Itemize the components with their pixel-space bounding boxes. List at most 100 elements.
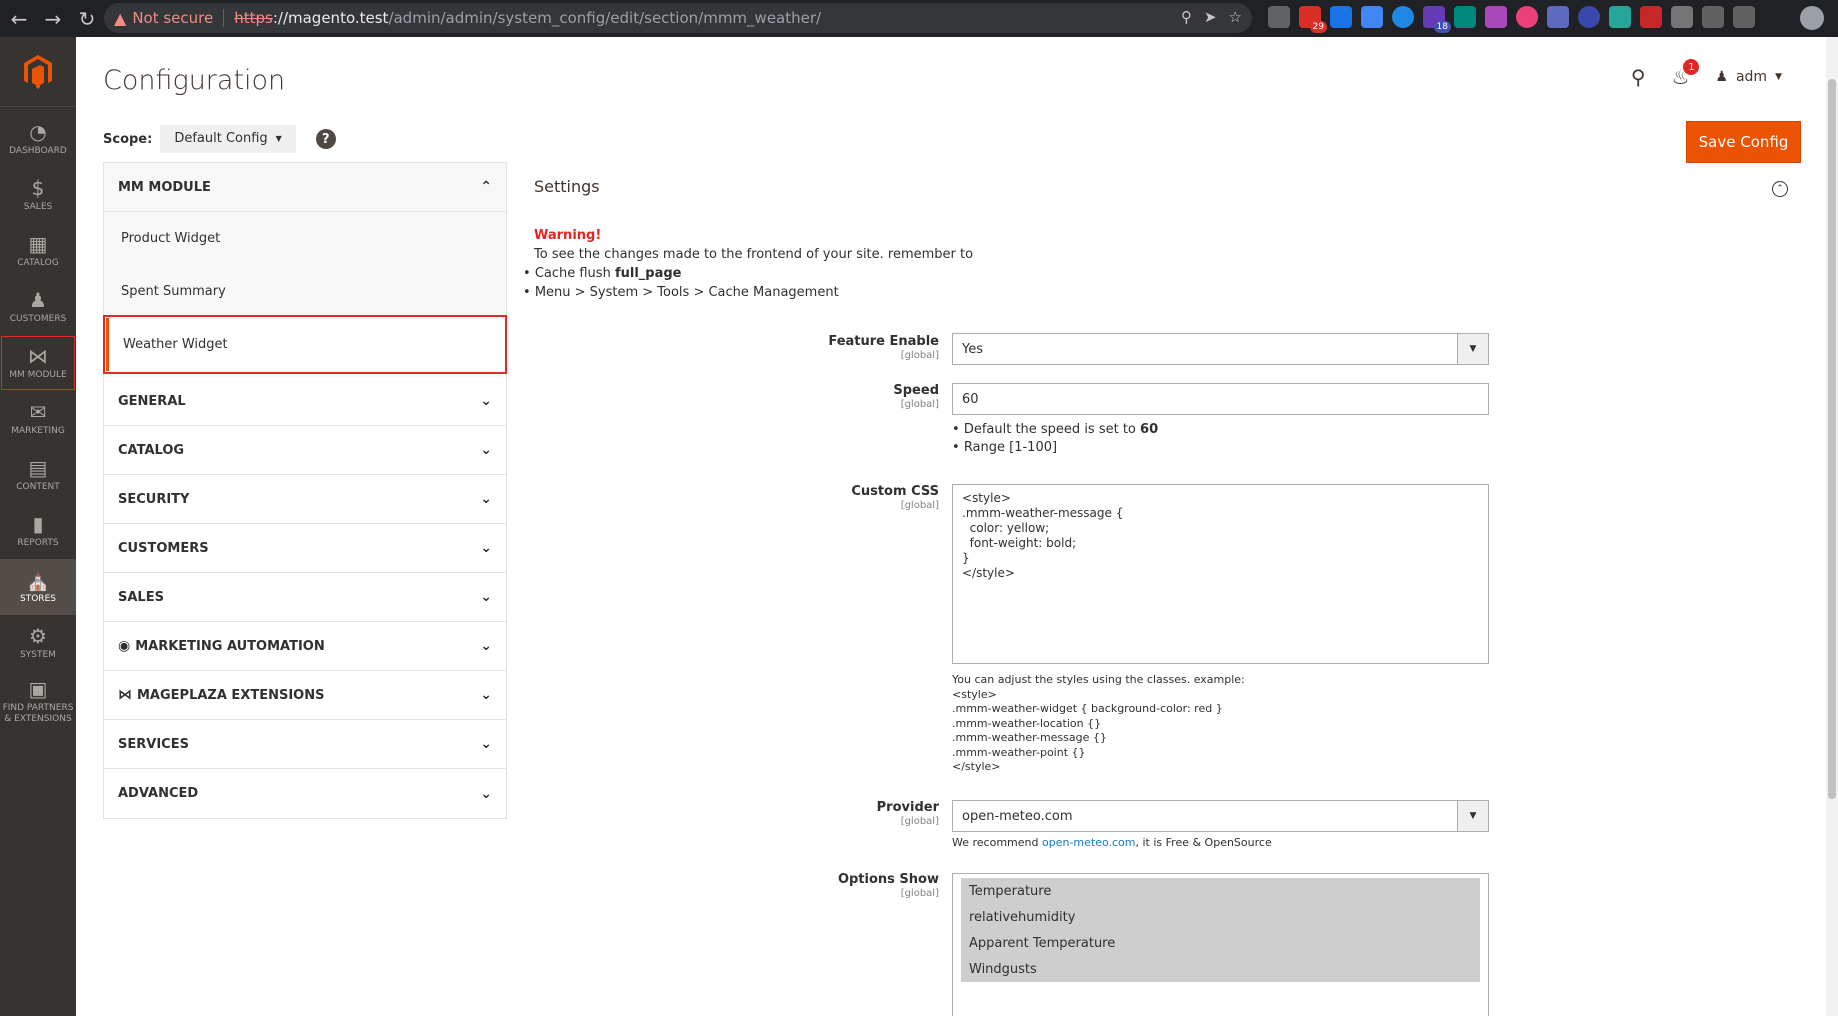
tab-weather-widget[interactable]: Weather Widget — [103, 315, 507, 374]
nav-reports[interactable]: ▮ REPORTS — [0, 503, 76, 559]
notifications-bell-icon[interactable]: ♨ 1 — [1671, 59, 1700, 89]
feature-enable-select[interactable]: Yes ▼ — [952, 333, 1489, 365]
section-title[interactable]: Settings — [534, 177, 600, 196]
multiselect-option[interactable]: Windgusts — [961, 956, 1480, 982]
chevron-down-icon: ⌄ — [480, 687, 492, 703]
not-secure-label: Not secure — [132, 9, 214, 27]
page-scrollbar[interactable] — [1826, 37, 1838, 1016]
side-panel-icon[interactable] — [1733, 6, 1755, 28]
speed-input[interactable]: 60 — [952, 383, 1489, 415]
chevron-down-icon: ⌄ — [480, 785, 492, 802]
extension-icon[interactable] — [1454, 6, 1476, 28]
scope-switcher: Scope: Default Config ▼ ? — [103, 125, 336, 153]
user-menu[interactable]: ♟ adm ▼ — [1715, 69, 1782, 85]
cube-icon: ▦ — [28, 231, 48, 256]
nav-stores[interactable]: ⛪ STORES — [0, 559, 76, 615]
nav-system[interactable]: ⚙ SYSTEM — [0, 615, 76, 671]
translate-icon[interactable] — [1361, 6, 1383, 28]
header-actions: ⚲ ♨ 1 ♟ adm ▼ — [1631, 59, 1782, 89]
nav-content[interactable]: ▤ CONTENT — [0, 447, 76, 503]
scrollbar-thumb[interactable] — [1828, 79, 1836, 799]
search-icon[interactable]: ⚲ — [1631, 65, 1646, 89]
tab-group-header[interactable]: MM MODULE ⌃ — [104, 163, 506, 212]
warning-item: Menu > System > Tools > Cache Management — [534, 283, 973, 302]
multiselect-option[interactable]: Temperature — [961, 878, 1480, 904]
url-scheme: https — [234, 9, 273, 27]
caret-down-icon: ▼ — [1457, 334, 1488, 364]
extension-icon[interactable] — [1268, 6, 1290, 28]
extension-icon[interactable] — [1516, 6, 1538, 28]
extension-icon[interactable] — [1609, 6, 1631, 28]
help-icon[interactable]: ? — [315, 129, 336, 149]
person-icon: ♟ — [29, 287, 47, 312]
extension-icon[interactable] — [1392, 6, 1414, 28]
tab-spent-summary[interactable]: Spent Summary — [104, 265, 506, 318]
tab-services[interactable]: SERVICES ⌄ — [104, 720, 506, 769]
open-meteo-link[interactable]: open-meteo.com — [1042, 836, 1136, 849]
box-icon: ▣ — [28, 677, 48, 701]
zoom-icon[interactable]: ⚲ — [1181, 8, 1192, 26]
chevron-down-icon: ⌄ — [480, 540, 492, 556]
reading-list-icon[interactable] — [1702, 6, 1724, 28]
nav-catalog[interactable]: ▦ CATALOG — [0, 223, 76, 279]
magento-logo[interactable] — [0, 37, 76, 107]
tab-customers[interactable]: CUSTOMERS ⌄ — [104, 524, 506, 573]
scope-dropdown[interactable]: Default Config ▼ — [160, 125, 296, 153]
tab-catalog[interactable]: CATALOG ⌄ — [104, 426, 506, 475]
tab-marketing-automation[interactable]: ◉ MARKETING AUTOMATION ⌄ — [104, 622, 506, 671]
warning-block: Warning! To see the changes made to the … — [534, 226, 973, 302]
chevron-down-icon: ⌄ — [480, 491, 492, 507]
puzzle-icon[interactable] — [1671, 6, 1693, 28]
caret-down-icon: ▼ — [275, 134, 282, 143]
nav-customers[interactable]: ♟ CUSTOMERS — [0, 279, 76, 335]
options-show-label: Options Show [global] — [837, 872, 939, 899]
share-icon[interactable]: ➤ — [1204, 8, 1217, 26]
scope-label: Scope: — [103, 131, 153, 147]
nav-dashboard[interactable]: ◔ DASHBOARD — [0, 111, 76, 167]
nav-find-partners[interactable]: ▣ FIND PARTNERS & EXTENSIONS — [0, 671, 76, 733]
extension-icon[interactable] — [1640, 6, 1662, 28]
address-bar[interactable]: ▲ Not secure https://magento.test/admin/… — [104, 3, 1252, 33]
save-config-button[interactable]: Save Config — [1686, 121, 1801, 163]
admin-sidebar: ◔ DASHBOARD $ SALES ▦ CATALOG ♟ CUSTOMERS ⋈ M… — [0, 37, 76, 1016]
nav-mm-module[interactable]: ⋈ MM MODULE — [0, 335, 76, 391]
speed-note: • Default the speed is set to 60 • Range… — [952, 422, 1159, 455]
extension-icon[interactable] — [1330, 6, 1352, 28]
nav-sales[interactable]: $ SALES — [0, 167, 76, 223]
nav-marketing[interactable]: ✉ MARKETING — [0, 391, 76, 447]
chevron-down-icon: ⌄ — [480, 393, 492, 409]
magento-logo-icon — [24, 54, 52, 89]
profile-avatar[interactable] — [1800, 6, 1824, 30]
megaphone-icon: ✉ — [29, 399, 47, 424]
tab-mageplaza-extensions[interactable]: ⋈ MAGEPLAZA EXTENSIONS ⌄ — [104, 671, 506, 720]
dashboard-icon: ◔ — [29, 119, 47, 144]
back-icon[interactable]: ← — [4, 4, 34, 34]
extension-icon[interactable] — [1547, 6, 1569, 28]
dollar-icon: $ — [31, 175, 45, 200]
multiselect-option[interactable]: relativehumidity — [961, 904, 1480, 930]
module-icon: ⋈ — [28, 343, 48, 368]
options-show-multiselect[interactable]: Temperature relativehumidity Apparent Te… — [952, 873, 1489, 1016]
tab-advanced[interactable]: ADVANCED ⌄ — [104, 769, 506, 818]
collapse-icon[interactable]: ⌃ — [1772, 181, 1788, 197]
tab-product-widget[interactable]: Product Widget — [104, 212, 506, 265]
extension-icon[interactable]: 18 — [1423, 6, 1451, 33]
chevron-down-icon: ⌄ — [480, 589, 492, 605]
tab-sales[interactable]: SALES ⌄ — [104, 573, 506, 622]
forward-icon[interactable]: → — [38, 4, 68, 34]
custom-css-note: You can adjust the styles using the clas… — [952, 673, 1245, 773]
chevron-down-icon: ⌄ — [480, 736, 492, 752]
main-content: Configuration ⚲ ♨ 1 ♟ adm ▼ Scope: Default … — [76, 37, 1838, 1016]
extension-icon[interactable] — [1578, 6, 1600, 28]
reload-icon[interactable]: ↻ — [72, 4, 102, 34]
warning-text: To see the changes made to the frontend … — [534, 247, 974, 262]
tab-general[interactable]: GENERAL ⌄ — [104, 377, 506, 426]
tab-security[interactable]: SECURITY ⌄ — [104, 475, 506, 524]
marketing-automation-icon: ◉ — [118, 638, 131, 654]
custom-css-textarea[interactable]: <style> .mmm-weather-message { color: ye… — [952, 484, 1489, 664]
mail-extension-icon[interactable]: 29 — [1299, 6, 1327, 33]
provider-select[interactable]: open-meteo.com ▼ — [952, 800, 1489, 832]
bookmark-star-icon[interactable]: ☆ — [1229, 8, 1242, 26]
extension-icon[interactable] — [1485, 6, 1507, 28]
multiselect-option[interactable]: Apparent Temperature — [961, 930, 1480, 956]
